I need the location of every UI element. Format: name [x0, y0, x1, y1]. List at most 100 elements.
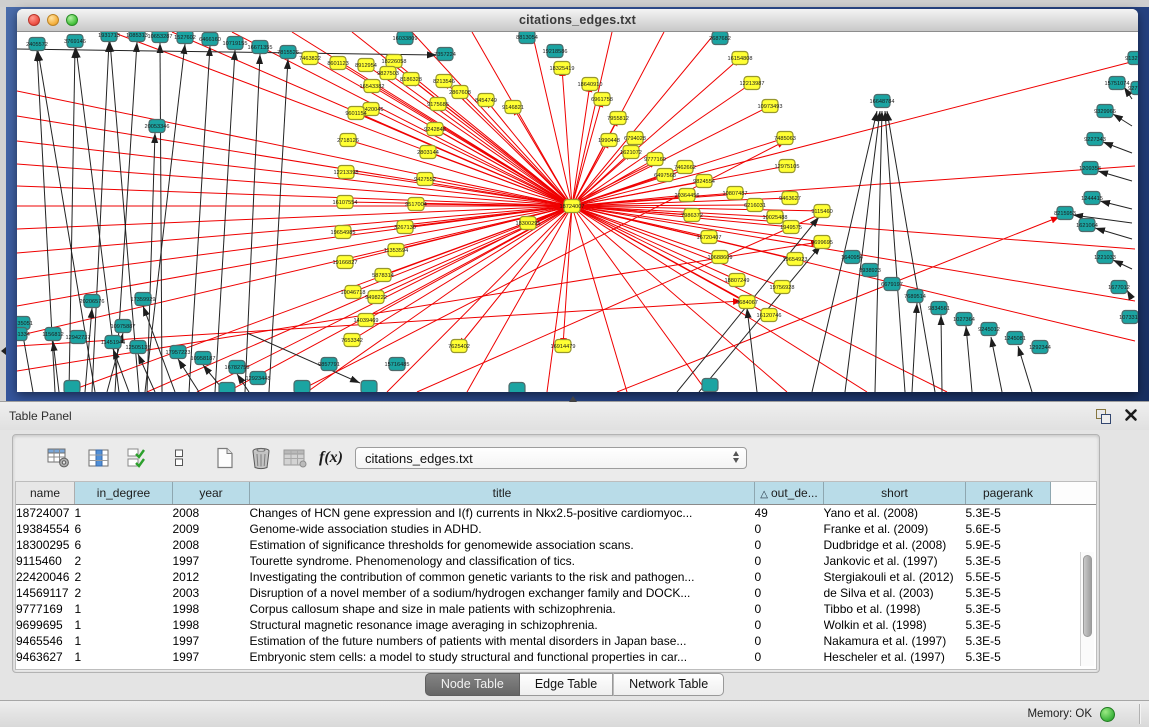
graph-node[interactable]: 9601154: [345, 107, 366, 120]
graph-node[interactable]: 1209358: [1079, 162, 1101, 175]
table-cell[interactable]: 5.3E-5: [966, 601, 1051, 617]
graph-node[interactable]: 9824554: [693, 175, 715, 188]
graph-node[interactable]: 9242848: [424, 123, 446, 136]
select-all-icon[interactable]: [123, 444, 151, 472]
graph-node[interactable]: 1621072: [620, 146, 642, 159]
graph-node[interactable]: 8215953: [1054, 207, 1076, 220]
table-cell[interactable]: Yano et al. (2008): [824, 505, 966, 522]
network-window-titlebar[interactable]: citations_edges.txt: [17, 9, 1138, 32]
graph-node[interactable]: 9329966: [1094, 105, 1116, 118]
graph-node[interactable]: 9684067: [736, 296, 758, 309]
graph-node[interactable]: 8601123: [327, 57, 348, 70]
graph-node[interactable]: 20206576: [80, 295, 105, 308]
table-cell[interactable]: 2009: [173, 521, 250, 537]
table-cell[interactable]: 0: [755, 601, 824, 617]
table-row[interactable]: 911546021997Tourette syndrome. Phenomeno…: [16, 553, 1096, 569]
graph-node[interactable]: 9427552: [414, 173, 436, 186]
table-cell[interactable]: Changes of HCN gene expression and I(f) …: [250, 505, 755, 522]
table-cell[interactable]: 1: [75, 505, 173, 522]
graph-node[interactable]: 2867608: [449, 86, 471, 99]
table-cell[interactable]: 5.5E-5: [966, 569, 1051, 585]
table-cell[interactable]: Dudbridge et al. (2008): [824, 537, 966, 553]
table-cell[interactable]: 5.9E-5: [966, 537, 1051, 553]
graph-node[interactable]: 1527602: [174, 32, 196, 44]
graph-node[interactable]: 8454749: [475, 94, 497, 107]
table-cell[interactable]: 1997: [173, 553, 250, 569]
table-cell[interactable]: 49: [755, 505, 824, 522]
table-cell[interactable]: 5.3E-5: [966, 633, 1051, 649]
column-header-out-degree[interactable]: △out_de...: [755, 482, 824, 505]
table-cell[interactable]: 5.3E-5: [966, 585, 1051, 601]
graph-node[interactable]: 19218586: [543, 45, 568, 58]
graph-node[interactable]: 6466160: [199, 33, 221, 46]
table-cell[interactable]: Franke et al. (2009): [824, 521, 966, 537]
table-cell[interactable]: 1997: [173, 633, 250, 649]
column-header-pagerank[interactable]: pagerank: [966, 482, 1051, 505]
graph-node[interactable]: 9498222: [365, 291, 387, 304]
graph-node[interactable]: 10958187: [191, 352, 216, 365]
table-cell[interactable]: 19384554: [16, 521, 75, 537]
graph-node[interactable]: 7955812: [607, 112, 629, 125]
graph-node[interactable]: 8912954: [355, 59, 377, 72]
graph-node[interactable]: [219, 383, 235, 393]
graph-node[interactable]: 1085313: [126, 32, 148, 42]
table-cell[interactable]: 9699695: [16, 617, 75, 633]
table-cell[interactable]: 1: [75, 601, 173, 617]
graph-node[interactable]: [361, 381, 377, 393]
graph-node[interactable]: 20364456: [675, 189, 700, 202]
graph-node[interactable]: 6679197: [881, 278, 903, 291]
graph-node[interactable]: 7625402: [448, 340, 470, 353]
graph-node[interactable]: 12975105: [775, 160, 800, 173]
table-cell[interactable]: 1: [75, 649, 173, 665]
graph-node[interactable]: 7357224: [434, 48, 456, 61]
graph-node[interactable]: 1949575: [780, 221, 802, 234]
graph-node[interactable]: 9245012: [978, 323, 1000, 336]
table-row[interactable]: 1872400712008Changes of HCN gene express…: [16, 505, 1096, 522]
graph-node[interactable]: 9277143: [1128, 82, 1138, 95]
scrollbar-thumb[interactable]: [1083, 555, 1092, 637]
graph-node[interactable]: 10975887: [111, 320, 136, 333]
graph-node[interactable]: 1245081: [1004, 332, 1026, 345]
graph-node[interactable]: 18226058: [382, 55, 407, 68]
graph-node[interactable]: 8813054: [516, 32, 538, 44]
graph-node[interactable]: 8186328: [400, 73, 422, 86]
column-header-short[interactable]: short: [824, 482, 966, 505]
graph-node[interactable]: 7485063: [774, 132, 796, 145]
graph-node[interactable]: [64, 381, 80, 393]
table-cell[interactable]: Investigating the contribution of common…: [250, 569, 755, 585]
table-cell[interactable]: 0: [755, 617, 824, 633]
graph-node[interactable]: 15716485: [385, 358, 410, 371]
table-cell[interactable]: 2012: [173, 569, 250, 585]
table-settings-icon[interactable]: [45, 444, 73, 472]
table-cell[interactable]: 5.6E-5: [966, 521, 1051, 537]
graph-node[interactable]: 9115460: [811, 205, 832, 218]
table-cell[interactable]: de Silva et al. (2003): [824, 585, 966, 601]
column-header-in-degree[interactable]: in_degree: [75, 482, 173, 505]
table-cell[interactable]: 0: [755, 569, 824, 585]
tab-edge-table[interactable]: Edge Table: [520, 673, 613, 696]
graph-node[interactable]: [702, 379, 718, 392]
graph-node[interactable]: 1677012: [1108, 281, 1130, 294]
graph-node[interactable]: 17359929: [131, 293, 156, 306]
graph-node[interactable]: 1027364: [953, 313, 975, 326]
table-cell[interactable]: 2003: [173, 585, 250, 601]
graph-node[interactable]: 10688609: [708, 251, 733, 264]
table-cell[interactable]: Estimation of significance thresholds fo…: [250, 537, 755, 553]
float-panel-icon[interactable]: [1095, 408, 1111, 424]
graph-node[interactable]: 18807249: [725, 274, 750, 287]
graph-node[interactable]: 9175685: [427, 98, 449, 111]
clear-selection-icon[interactable]: [165, 444, 193, 472]
create-table-icon[interactable]: [211, 444, 239, 472]
graph-node[interactable]: 1221033: [1094, 251, 1116, 264]
table-cell[interactable]: 9115460: [16, 553, 75, 569]
graph-node[interactable]: 10046718: [341, 286, 366, 299]
graph-node[interactable]: 15751074: [1105, 77, 1130, 90]
graph-node[interactable]: 16720407: [697, 231, 722, 244]
graph-node[interactable]: 6216031: [744, 199, 766, 212]
table-row[interactable]: 946362711997Embryonic stem cells: a mode…: [16, 649, 1096, 665]
table-cell[interactable]: 2: [75, 553, 173, 569]
table-row[interactable]: 969969511998Structural magnetic resonanc…: [16, 617, 1096, 633]
table-cell[interactable]: Embryonic stem cells: a model to study s…: [250, 649, 755, 665]
table-cell[interactable]: 1: [75, 633, 173, 649]
zoom-window-button[interactable]: [66, 14, 78, 26]
